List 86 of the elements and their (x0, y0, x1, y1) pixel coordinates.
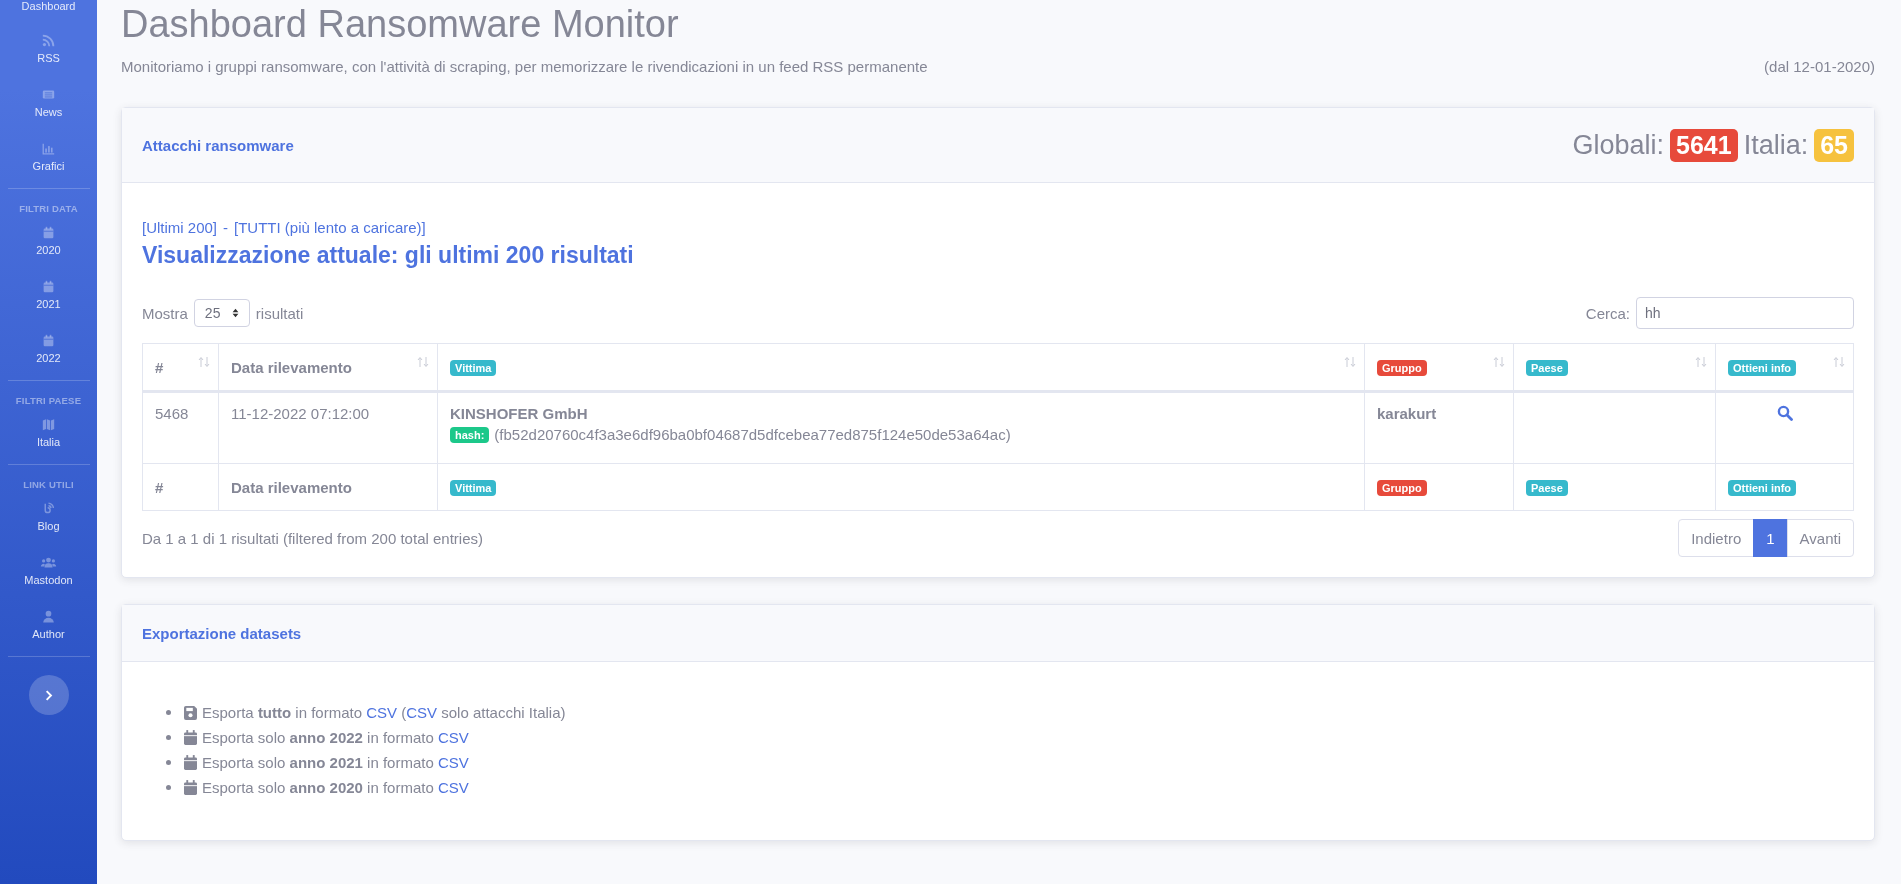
card-title: Attacchi ransomware (142, 136, 294, 154)
victim-name: KINSHOFER GmbH (450, 405, 589, 422)
csv-link[interactable]: CSV (437, 779, 469, 796)
length-label: Mostra (142, 304, 188, 322)
sort-icon (1493, 356, 1505, 368)
column-header[interactable]: Gruppo (1364, 343, 1514, 392)
column-footer: # (142, 463, 219, 511)
view-heading: Visualizzazione attuale: gli ultimi 200 risultati (142, 242, 635, 269)
pagination-button[interactable]: Avanti (1786, 519, 1854, 557)
counter-badge: 65 (1814, 128, 1854, 162)
view-link[interactable]: [Ultimi 200] (142, 219, 218, 236)
sidebar-item[interactable]: News (34, 76, 63, 130)
column-footer: Paese (1513, 463, 1716, 511)
search-label: Cerca: (1585, 304, 1630, 322)
sort-caret-icon (231, 308, 239, 318)
sidebar-item[interactable]: 2021 (36, 268, 61, 322)
hash-value: (fb52d20760c4f3a3e6df96ba0bf04687d5dfcebea77ed875f124e50de53a64ac) (494, 426, 1011, 443)
export-item-text: Esporta solo anno 2022 in formato CSV (202, 728, 469, 748)
csv-link[interactable]: CSV (437, 729, 469, 746)
pagination-button[interactable]: Indietro (1678, 519, 1755, 557)
table-cell: 5468 (142, 391, 219, 464)
counter-badge: 5641 (1670, 128, 1738, 162)
csv-link[interactable]: CSV (366, 704, 398, 721)
sidebar-item[interactable]: Dashboard (21, 0, 76, 22)
sidebar-item[interactable]: Grafici (32, 130, 65, 184)
column-footer: Vittima (437, 463, 1365, 511)
user-icon (42, 610, 55, 623)
sidebar-item[interactable]: Blog (37, 490, 60, 544)
sort-icon (1344, 356, 1356, 368)
search-icon[interactable] (1776, 405, 1793, 421)
column-header[interactable]: Vittima (437, 343, 1365, 392)
sidebar-toggle-button[interactable] (28, 675, 69, 715)
csv-link[interactable]: CSV (406, 704, 438, 721)
sidebar-heading: FILTRI DATA (19, 203, 78, 214)
sidebar-item[interactable]: 2020 (36, 214, 61, 268)
sidebar-item[interactable]: Mastodon (24, 544, 73, 598)
sidebar-item[interactable]: Author (32, 598, 65, 652)
column-header[interactable]: Ottieni info (1715, 343, 1854, 392)
sort-icon (198, 356, 210, 368)
column-footer: Ottieni info (1715, 463, 1854, 511)
calendar-icon (184, 780, 197, 795)
view-link[interactable]: [TUTTI (più lento a caricare)] (234, 219, 426, 236)
length-label: risultati (255, 304, 304, 322)
page-size-select[interactable]: 25 (193, 299, 250, 327)
column-header[interactable]: # (142, 343, 219, 392)
newspaper-icon (42, 88, 55, 101)
users-icon (40, 556, 57, 569)
calendar-icon (42, 280, 55, 293)
sidebar-item[interactable]: Italia (36, 406, 61, 460)
blog-icon (42, 502, 55, 515)
calendar-icon (42, 226, 55, 239)
card-title: Exportazione datasets (142, 624, 302, 642)
column-footer: Data rilevamento (218, 463, 438, 511)
pagination-button[interactable]: 1 (1753, 519, 1788, 557)
page-subtitle: Monitoriamo i gruppi ransomware, con l'attività di scraping, per memorizzare le rivendicazioni in un feed RSS permanente (121, 58, 928, 75)
table-cell: 11-12-2022 07:12:00 (218, 391, 438, 464)
calendar-icon (184, 730, 197, 745)
bar-chart-icon (42, 142, 55, 155)
export-item-text: Esporta solo anno 2021 in formato CSV (202, 753, 469, 773)
rss-icon (42, 34, 55, 47)
search-field[interactable]: hh (1636, 297, 1854, 329)
column-header[interactable]: Data rilevamento (218, 343, 438, 392)
counter-label: Globali: (1572, 129, 1664, 161)
column-footer: Gruppo (1364, 463, 1514, 511)
sidebar-heading: LINK UTILI (23, 479, 74, 490)
sidebar-item[interactable]: RSS (37, 22, 60, 76)
sort-icon (1695, 356, 1707, 368)
since-date: (dal 12-01-2020) (1764, 58, 1875, 75)
sort-icon (417, 356, 429, 368)
group-name: karakurt (1377, 405, 1437, 422)
chevron-right-icon (44, 689, 53, 701)
map-icon (42, 418, 55, 431)
export-item-text: Esporta tutto in formato CSV (CSV solo attacchi Italia) (202, 703, 566, 723)
calendar-icon (184, 755, 197, 770)
column-header[interactable]: Paese (1513, 343, 1716, 392)
sidebar-heading: FILTRI PAESE (15, 395, 82, 406)
table-info: Da 1 a 1 di 1 risultati (filtered from 200 total entries) (142, 529, 483, 547)
hash-badge: hash: (450, 426, 490, 443)
page-title: Dashboard Ransomware Monitor (121, 2, 680, 46)
sort-icon (1833, 356, 1845, 368)
csv-link[interactable]: CSV (437, 754, 469, 771)
calendar-icon (42, 334, 55, 347)
counter-label: Italia: (1743, 129, 1809, 161)
export-item-text: Esporta solo anno 2020 in formato CSV (202, 778, 469, 798)
link-separator: - (223, 219, 229, 236)
sidebar-item[interactable]: 2022 (36, 322, 61, 376)
